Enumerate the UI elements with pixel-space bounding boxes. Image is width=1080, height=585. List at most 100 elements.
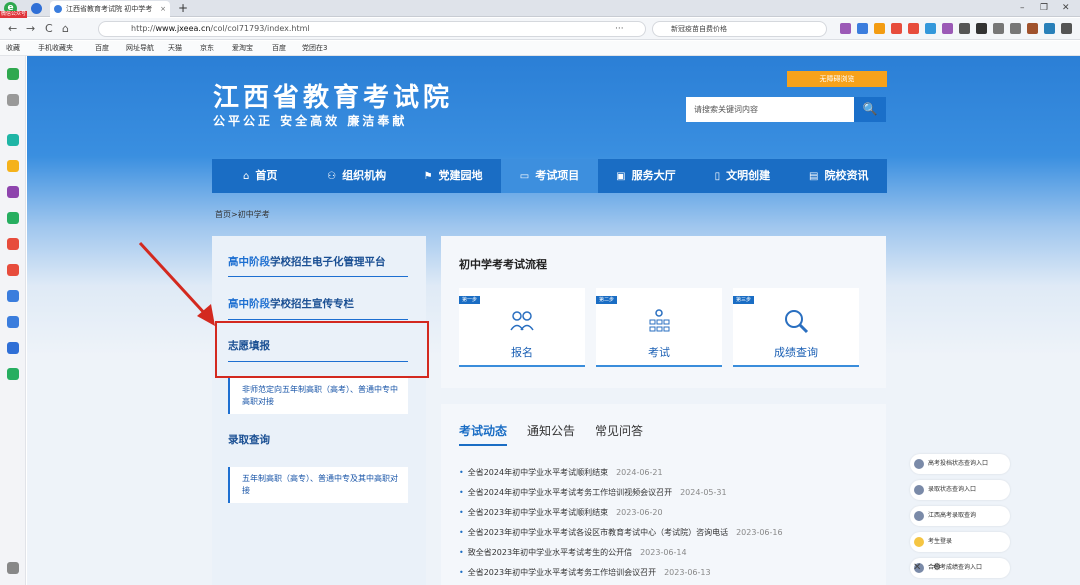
nav-services[interactable]: ▣ 服务大厅: [598, 159, 694, 193]
sublink-admission[interactable]: 五年制高职（高专）、普通中专及其中高职对接: [228, 467, 408, 503]
document-icon: ▤: [809, 171, 819, 182]
browser-search-input[interactable]: 新冠疫苗自费价格: [652, 21, 827, 37]
extension-icon[interactable]: [874, 23, 885, 34]
sidebar-app-icon[interactable]: [7, 186, 19, 198]
address-toolbar: ← → C ⌂ http://www.jxeea.cn/col/col71793…: [0, 18, 1080, 40]
extension-icon[interactable]: [857, 23, 868, 34]
extension-icon[interactable]: [976, 23, 987, 34]
sidebar-app-icon[interactable]: [7, 264, 19, 276]
news-item[interactable]: • 全省2023年初中学业水平考试顺利结束 2023-06-20: [459, 503, 879, 523]
bookmark-item[interactable]: 百度: [95, 41, 109, 56]
news-date: 2023-06-14: [640, 548, 687, 557]
process-card-results[interactable]: 第三步 成绩查询: [733, 288, 859, 367]
bookmark-item[interactable]: 爱淘宝: [232, 41, 253, 56]
download-icon[interactable]: [993, 23, 1004, 34]
minimize-button[interactable]: –: [1020, 1, 1025, 15]
link-admission-query[interactable]: 录取查询: [228, 432, 270, 447]
nav-colleges[interactable]: ▤ 院校资讯: [791, 159, 887, 193]
bookmark-item[interactable]: 收藏: [6, 41, 20, 56]
news-title: 全省2023年初中学业水平考试顺利结束: [467, 508, 609, 517]
undo-icon[interactable]: [1010, 23, 1021, 34]
bookmark-item[interactable]: 手机收藏夹: [38, 41, 73, 56]
extension-icon[interactable]: [959, 23, 970, 34]
tab-exam-news[interactable]: 考试动态: [459, 422, 508, 446]
sidebar-star-icon[interactable]: [7, 160, 19, 172]
exam-process-panel: 初中学考考试流程 第一步 报名 第二步 考试 第三步 成绩查询: [441, 236, 886, 388]
org-icon: ⚇: [327, 171, 337, 182]
news-item[interactable]: • 全省2024年初中学业水平考试顺利结束 2024-06-21: [459, 463, 879, 483]
news-item[interactable]: • 全省2024年初中学业水平考试考务工作培训视频会议召开 2024-05-31: [459, 483, 879, 503]
home-button[interactable]: ⌂: [62, 21, 69, 37]
bookmark-item[interactable]: 百度: [272, 41, 286, 56]
logo-badge: 微信公众号: [0, 11, 28, 18]
back-button[interactable]: ←: [8, 21, 17, 37]
maximize-button[interactable]: ❐: [1040, 1, 1048, 15]
sidebar-app-icon[interactable]: [7, 238, 19, 250]
tab-notices[interactable]: 通知公告: [527, 422, 575, 446]
process-title: 初中学考考试流程: [459, 258, 547, 271]
extension-icon[interactable]: [1044, 23, 1055, 34]
float-link[interactable]: 录取状态查询入口: [910, 480, 1010, 500]
sidebar-app-icon[interactable]: [7, 342, 19, 354]
browser-tab[interactable]: 江西省教育考试院 初中学考 ×: [50, 1, 170, 17]
url-path: /col/col71793/index.html: [210, 24, 310, 33]
browser-sidebar: [0, 56, 26, 585]
tab-faq[interactable]: 常见问答: [595, 422, 643, 446]
float-link[interactable]: 高考投档状态查询入口: [910, 454, 1010, 474]
sidebar-settings-icon[interactable]: [7, 562, 19, 574]
link-emphasis: 高中阶段: [228, 298, 270, 310]
bookmark-item[interactable]: 天猫: [168, 41, 182, 56]
sidebar-app-icon[interactable]: [7, 212, 19, 224]
breadcrumb[interactable]: 首页>初中学考: [215, 209, 270, 220]
news-item[interactable]: • 全省2023年初中学业水平考试各设区市教育考试中心（考试院）咨询电话 2023-…: [459, 523, 879, 543]
nav-organization[interactable]: ⚇ 组织机构: [308, 159, 404, 193]
close-window-button[interactable]: ✕: [1062, 1, 1070, 15]
menu-dots-icon[interactable]: ···: [615, 21, 624, 37]
sidebar-home-icon[interactable]: [7, 68, 19, 80]
tab-title: 江西省教育考试院 初中学考: [66, 5, 153, 13]
menu-icon[interactable]: [1061, 23, 1072, 34]
site-search-button[interactable]: 🔍: [854, 97, 886, 122]
extension-icon[interactable]: [925, 23, 936, 34]
barrier-free-button[interactable]: 无障碍浏览: [787, 71, 887, 87]
sidebar-app-icon[interactable]: [7, 316, 19, 328]
bookmark-item[interactable]: 京东: [200, 41, 214, 56]
extension-icon[interactable]: [891, 23, 902, 34]
close-icon[interactable]: ✕: [913, 562, 921, 573]
site-search-input[interactable]: 请搜索关键词内容: [686, 97, 854, 122]
sidebar-scissors-icon[interactable]: [7, 368, 19, 380]
sidebar-app-icon[interactable]: [7, 134, 19, 146]
news-item[interactable]: • 全省2023年初中学业水平考试考务工作培训会议召开 2023-06-13: [459, 563, 879, 583]
news-title: 全省2024年初中学业水平考试顺利结束: [467, 468, 609, 477]
forward-button[interactable]: →: [26, 21, 35, 37]
process-card-register[interactable]: 第一步 报名: [459, 288, 585, 367]
float-link[interactable]: 考生登录: [910, 532, 1010, 552]
bullet: •: [459, 508, 464, 517]
nav-label: 文明创建: [726, 169, 771, 182]
nav-home[interactable]: ⌂ 首页: [212, 159, 308, 193]
gear-icon[interactable]: ⚙: [933, 562, 942, 573]
bookmark-item[interactable]: 网址导航: [126, 41, 154, 56]
extension-icon[interactable]: [908, 23, 919, 34]
float-link[interactable]: 江西高考录取查询: [910, 506, 1010, 526]
sidebar-app-icon[interactable]: [7, 290, 19, 302]
tab-close-icon[interactable]: ×: [160, 1, 166, 17]
nav-exams[interactable]: ▭ 考试项目: [501, 159, 598, 193]
link-enrollment-promo[interactable]: 高中阶段学校招生宣传专栏: [228, 296, 354, 311]
sidebar-add-icon[interactable]: [7, 94, 19, 106]
extension-icons: [840, 23, 1072, 35]
link-enrollment-platform[interactable]: 高中阶段学校招生电子化管理平台: [228, 254, 386, 269]
refresh-button[interactable]: C: [45, 21, 53, 37]
nav-party[interactable]: ⚑ 党建园地: [405, 159, 501, 193]
bookmark-item[interactable]: 党团在3: [302, 41, 327, 56]
extension-icon[interactable]: [840, 23, 851, 34]
process-card-exam[interactable]: 第二步 考试: [596, 288, 722, 367]
extension-icon[interactable]: [1027, 23, 1038, 34]
nav-civilization[interactable]: ▯ 文明创建: [694, 159, 790, 193]
sublink-application[interactable]: 非师范定向五年制高职（高考）、普通中专中高职对接: [228, 378, 408, 414]
new-tab-button[interactable]: +: [178, 0, 188, 16]
address-bar[interactable]: http://www.jxeea.cn/col/col71793/index.h…: [98, 21, 646, 37]
pinned-tab-icon[interactable]: [31, 3, 42, 14]
extension-icon[interactable]: [942, 23, 953, 34]
news-item[interactable]: • 致全省2023年初中学业水平考试考生的公开信 2023-06-14: [459, 543, 879, 563]
